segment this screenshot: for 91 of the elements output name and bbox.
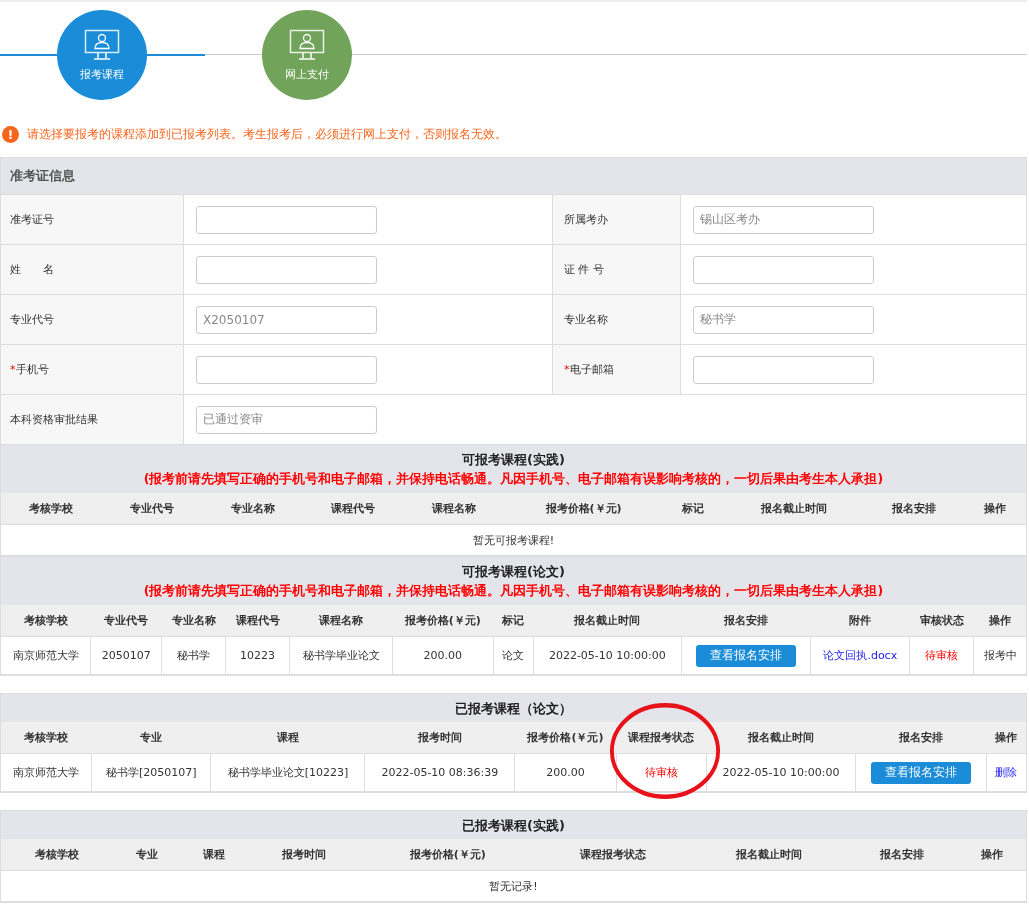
- column-header: 专业名称: [202, 493, 304, 525]
- table-cell: 秘书学毕业论文[10223]: [227, 766, 349, 779]
- step-label: 网上支付: [285, 66, 329, 82]
- column-header: 报名截止时间: [723, 493, 865, 525]
- field-label: 本科资格审批结果: [1, 395, 184, 444]
- field-label: *电子邮箱: [552, 345, 681, 394]
- column-header: 报考价格(￥元): [514, 722, 617, 754]
- table-cell: 2050107: [101, 649, 151, 662]
- table-cell: 200.00: [546, 766, 585, 779]
- table-cell: 论文: [502, 649, 525, 662]
- column-header: 专业代号: [90, 605, 162, 637]
- empty-message: 暂无可报考课程!: [472, 533, 555, 547]
- input-field[interactable]: 锡山区考办: [693, 205, 874, 234]
- field-label: 专业名称: [552, 295, 681, 344]
- input-field[interactable]: X2050107: [196, 305, 377, 334]
- monitor-user-icon: [84, 28, 120, 61]
- column-header: 报考价格(￥元): [359, 839, 536, 871]
- column-header: 专业: [91, 722, 211, 754]
- column-header: 报名截止时间: [706, 722, 856, 754]
- view-schedule-button[interactable]: 查看报名安排: [871, 761, 971, 784]
- warning-icon: !: [2, 126, 19, 143]
- table-cell: 南京师范大学: [13, 766, 79, 779]
- input-field[interactable]: [196, 205, 377, 234]
- field-label: 所属考办: [552, 195, 681, 244]
- table-cell: 秘书学[2050107]: [105, 766, 197, 779]
- field-label: 专业代号: [1, 295, 184, 344]
- section-header: 可报考课程(实践) (报考前请先填写正确的手机号和电子邮箱，并保持电话畅通。凡因手机号、电子邮箱有误影响考核的，一切后果由考生本人承担): [1, 445, 1026, 493]
- field-label: *手机号: [1, 345, 184, 394]
- column-header: 标记: [662, 493, 724, 525]
- field-label: 姓 名: [1, 245, 184, 294]
- field-label: 准考证号: [1, 195, 184, 244]
- table-cell: 2022-05-10 10:00:00: [722, 766, 840, 779]
- column-header: 报名安排: [855, 722, 987, 754]
- notice-text: 请选择要报考的课程添加到已报考列表。考生报考后，必须进行网上支付，否则报名无效。: [27, 127, 507, 142]
- column-header: 报名安排: [864, 493, 965, 525]
- view-schedule-button[interactable]: 查看报名安排: [696, 644, 797, 667]
- column-header: 专业代号: [101, 493, 203, 525]
- table-cell: 2022-05-10 10:00:00: [548, 649, 666, 662]
- table-cell: 秘书学毕业论文: [302, 649, 380, 662]
- column-header: 课程代号: [303, 493, 404, 525]
- column-header: 考核学校: [1, 605, 91, 637]
- input-field[interactable]: [196, 255, 377, 284]
- column-header: 报考价格(￥元): [504, 493, 663, 525]
- column-header: 课程名称: [403, 493, 505, 525]
- table-cell: 10223: [240, 649, 276, 662]
- field-label: 证 件 号: [552, 245, 681, 294]
- table-cell: 南京师范大学: [12, 649, 79, 662]
- column-header: 操作: [986, 722, 1026, 754]
- column-header: 课程代号: [225, 605, 290, 637]
- input-field[interactable]: 秘书学: [693, 305, 874, 334]
- column-header: 考核学校: [1, 722, 92, 754]
- column-header: 操作: [958, 839, 1026, 871]
- section-header: 已报考课程(实践): [1, 811, 1026, 839]
- column-header: 课程报考状态: [535, 839, 691, 871]
- step-label: 报考课程: [80, 66, 124, 82]
- column-header: 报名安排: [846, 839, 959, 871]
- column-header: 操作: [964, 493, 1026, 525]
- column-header: 报名安排: [681, 605, 811, 637]
- column-header: 课程: [180, 839, 249, 871]
- column-header: 课程名称: [289, 605, 393, 637]
- column-header: 考核学校: [1, 493, 102, 525]
- column-header: 附件: [810, 605, 910, 637]
- column-header: 专业名称: [161, 605, 226, 637]
- column-header: 报名截止时间: [533, 605, 682, 637]
- table-cell: 2022-05-10 08:36:39: [381, 766, 499, 779]
- column-header: 报考价格(￥元): [392, 605, 494, 637]
- section-header: 准考证信息: [1, 158, 1026, 194]
- section-header: 可报考课程(论文) (报考前请先填写正确的手机号和电子邮箱，并保持电话畅通。凡因手机号、电子邮箱有误影响考核的，一切后果由考生本人承担): [1, 557, 1026, 605]
- table-cell: 秘书学: [177, 649, 211, 662]
- status-text: 待审核: [925, 649, 959, 662]
- column-header: 考核学校: [1, 839, 113, 871]
- status-text: 待审核: [644, 766, 678, 779]
- column-header: 报名截止时间: [690, 839, 847, 871]
- input-field[interactable]: [196, 355, 377, 384]
- input-field[interactable]: [693, 255, 874, 284]
- input-field[interactable]: 已通过资审: [196, 405, 377, 434]
- column-header: 标记: [493, 605, 534, 637]
- section-header: 已报考课程（论文）: [1, 694, 1026, 722]
- column-header: 报考时间: [365, 722, 515, 754]
- column-header: 报考时间: [248, 839, 360, 871]
- table-cell: 200.00: [423, 649, 463, 662]
- column-header: 课程报考状态: [616, 722, 707, 754]
- monitor-user-icon: [289, 28, 325, 61]
- empty-message: 暂无记录!: [489, 879, 538, 893]
- table-cell: 报考中: [983, 649, 1017, 662]
- column-header: 操作: [973, 605, 1026, 637]
- column-header: 课程: [210, 722, 365, 754]
- input-field[interactable]: [693, 355, 874, 384]
- column-header: 审核状态: [909, 605, 974, 637]
- link[interactable]: 删除: [995, 766, 1018, 779]
- column-header: 专业: [112, 839, 181, 871]
